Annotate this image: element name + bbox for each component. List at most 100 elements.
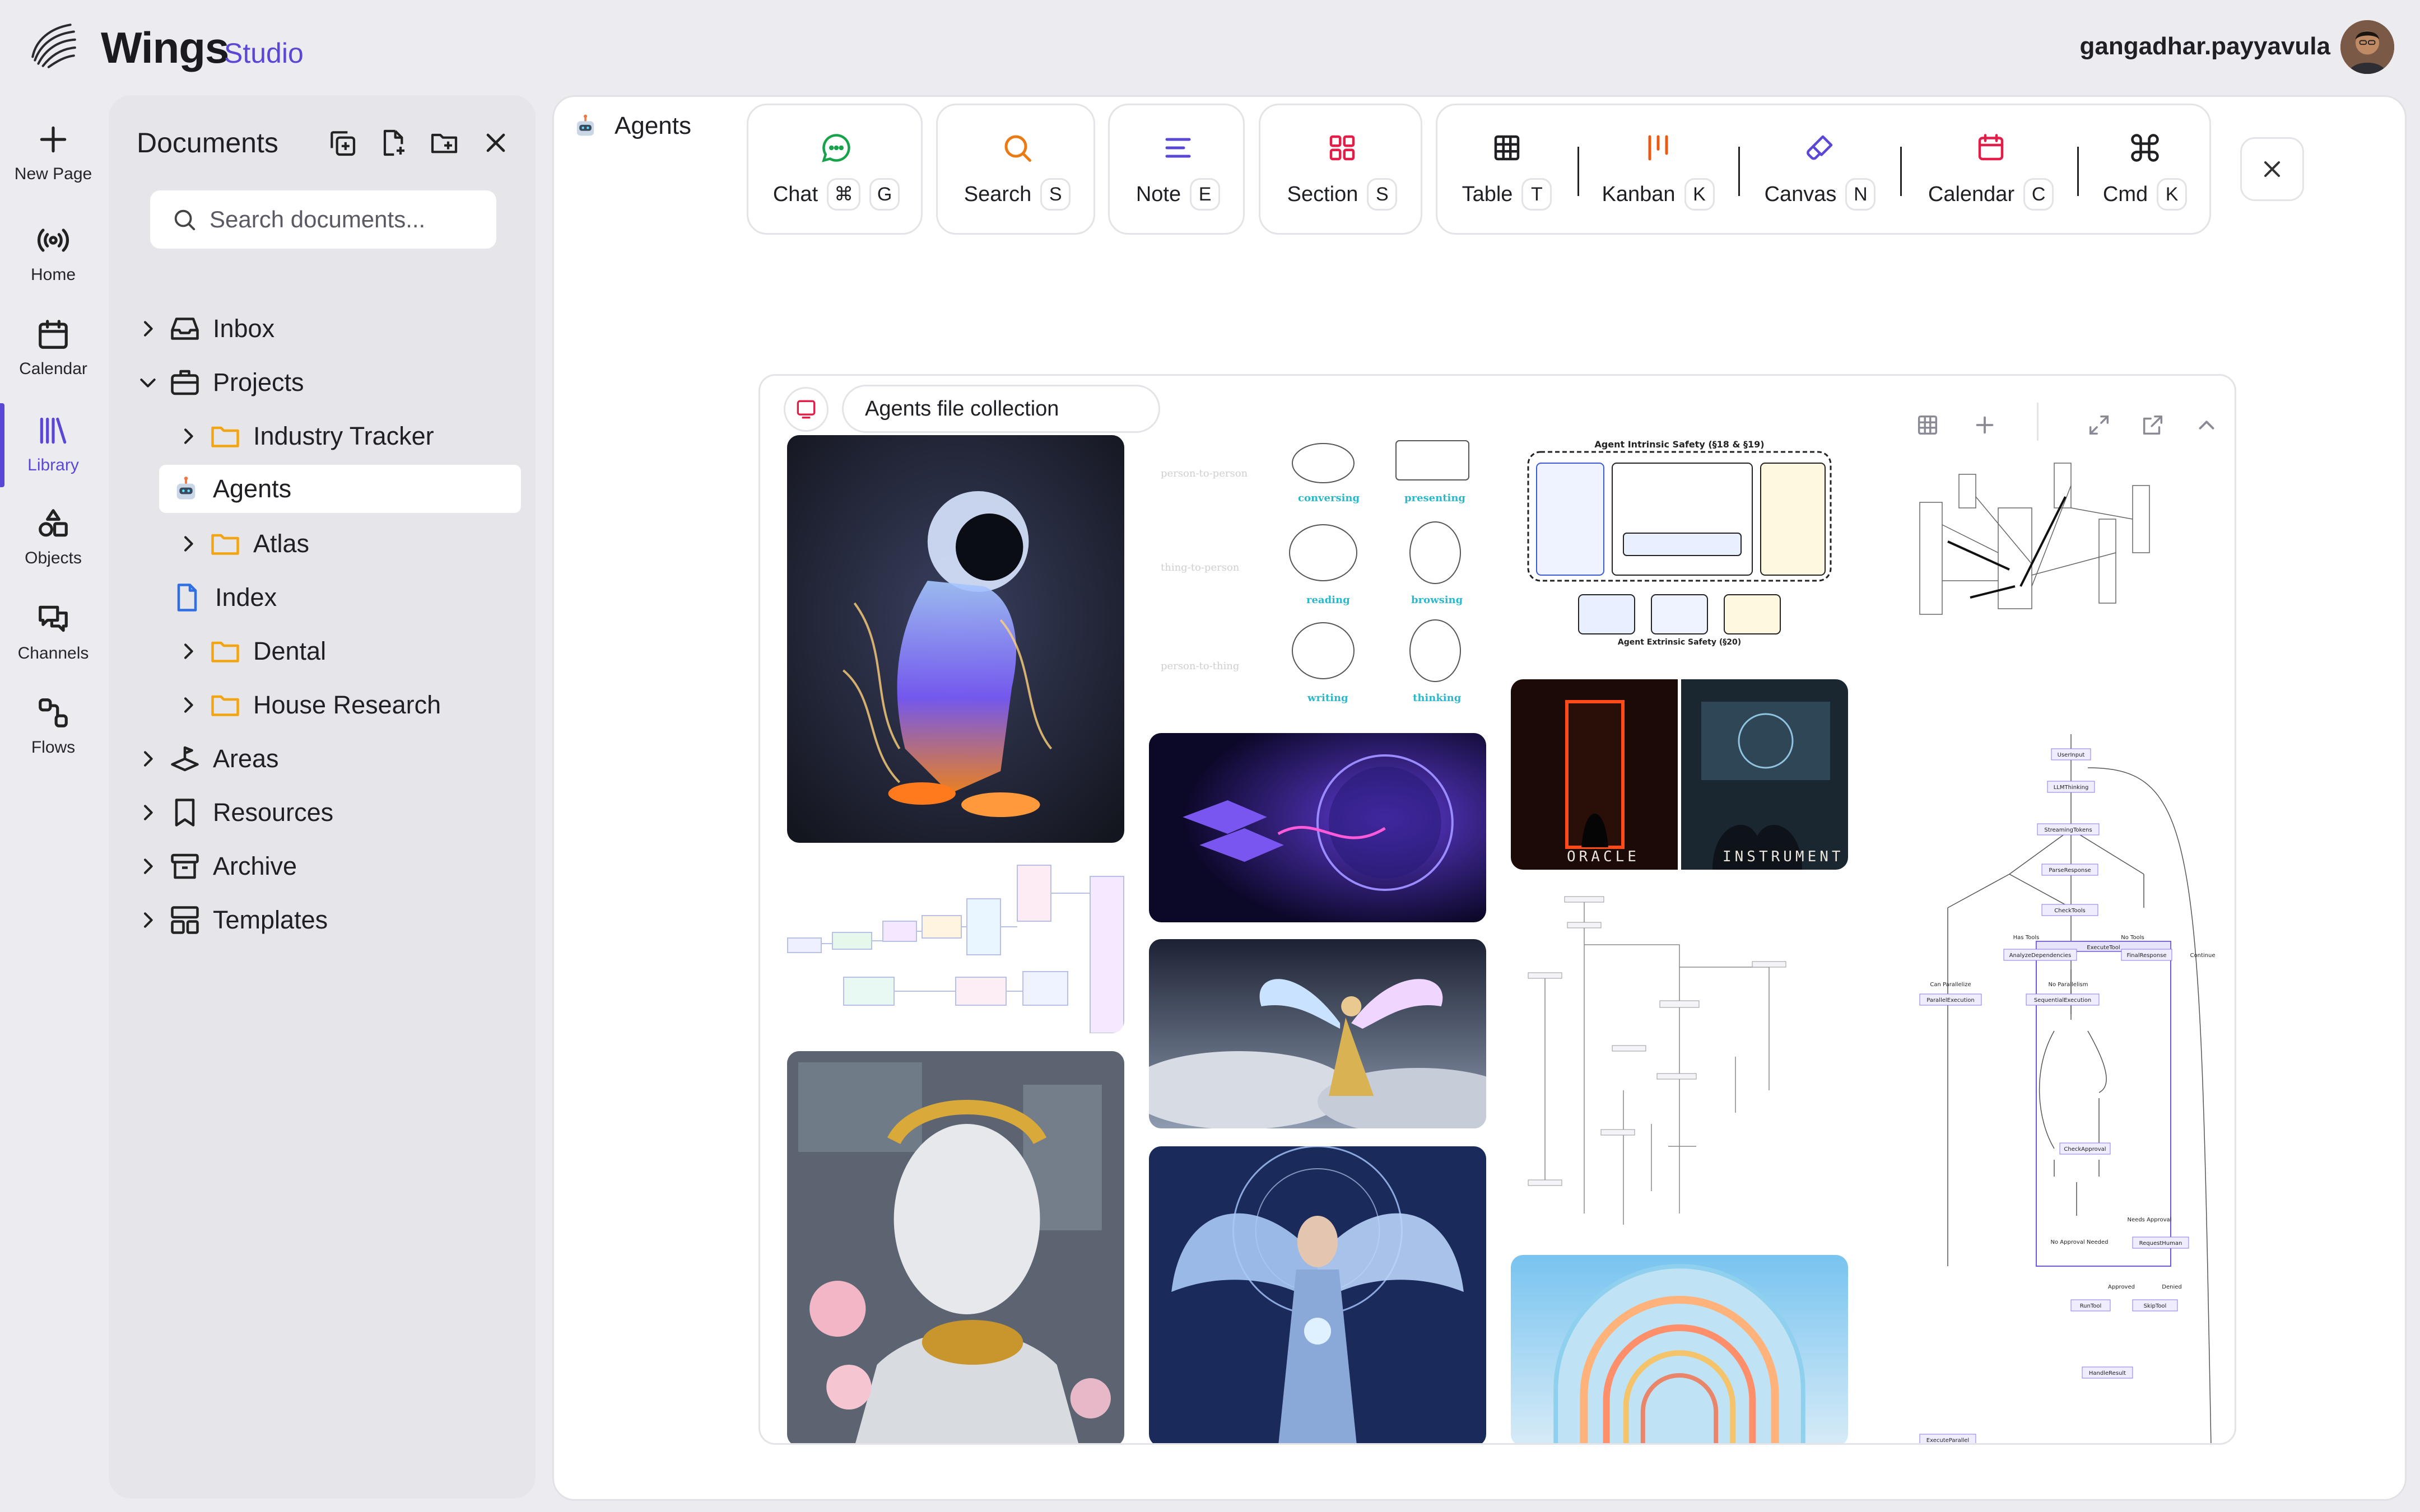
collection-title[interactable]: Agents file collection xyxy=(842,385,1160,433)
agent-safety-diagram-image: Agent Intrinsic Safety (§18 & §19) Agent… xyxy=(1527,439,1832,647)
tree-item-industry-tracker[interactable]: Industry Tracker xyxy=(177,412,434,460)
rail-calendar[interactable]: Calendar xyxy=(0,307,106,391)
image-rainbow-arch[interactable] xyxy=(1511,1255,1848,1443)
tool-table[interactable]: Table T xyxy=(1437,105,1576,236)
chevron-right-icon[interactable] xyxy=(177,533,199,555)
tool-calendar[interactable]: Calendar C xyxy=(1902,105,2079,236)
close-panel-button[interactable] xyxy=(477,124,514,161)
rail-flows[interactable]: Flows xyxy=(0,685,106,769)
open-external-button[interactable] xyxy=(2136,408,2170,442)
close-toolbar-button[interactable] xyxy=(2240,137,2304,201)
rail-channels[interactable]: Channels xyxy=(0,591,106,675)
folder-icon xyxy=(211,534,239,555)
paintbrush-icon xyxy=(1807,135,1833,160)
top-bar: Wings Studio gangadhar.payyavula xyxy=(0,0,2420,95)
tree-item-index[interactable]: Index xyxy=(170,573,277,622)
image-flow-diagram[interactable] xyxy=(787,860,1124,1033)
tool-cmd[interactable]: Cmd K xyxy=(2079,105,2210,236)
new-folder-button[interactable] xyxy=(426,124,463,161)
tool-search[interactable]: Search S xyxy=(938,105,1097,236)
flow-node: RequestHuman xyxy=(2139,1240,2182,1247)
inbox-icon xyxy=(171,318,199,340)
chevron-right-icon[interactable] xyxy=(137,318,159,340)
rail-home[interactable]: Home xyxy=(0,213,106,297)
expand-button[interactable] xyxy=(2082,408,2116,442)
image-statue-portrait[interactable] xyxy=(787,1051,1124,1443)
flow-diagram-image xyxy=(787,865,1124,1033)
image-oracle-instrument[interactable]: ORACLE INSTRUMENT xyxy=(1511,679,1848,870)
tool-chat[interactable]: Chat ⌘ G xyxy=(748,105,924,236)
rail-objects[interactable]: Objects xyxy=(0,496,106,580)
close-icon xyxy=(486,133,505,152)
tool-note[interactable]: Note E xyxy=(1110,105,1246,236)
flow-node: FinalResponse xyxy=(2126,953,2166,959)
tool-kanban[interactable]: Kanban K xyxy=(1580,105,1737,236)
tree-item-areas[interactable]: Areas xyxy=(137,735,279,783)
chevron-right-icon[interactable] xyxy=(137,909,159,931)
sketch-grid-image: person-to-person thing-to-person person-… xyxy=(1161,440,1469,704)
user-name[interactable]: gangadhar.payyavula xyxy=(2079,32,2330,60)
new-document-button[interactable] xyxy=(374,124,411,161)
copy-plus-icon xyxy=(331,131,356,156)
tree-label: Index xyxy=(215,583,277,612)
duplicate-button[interactable] xyxy=(324,124,361,161)
calendar-icon xyxy=(1978,134,2004,161)
command-icon xyxy=(2131,134,2159,162)
add-file-button[interactable] xyxy=(1968,408,2002,442)
image-astronaut[interactable] xyxy=(787,435,1124,843)
shortcut-key: N xyxy=(1845,178,1876,211)
areas-icon xyxy=(171,746,199,772)
folder-plus-icon xyxy=(431,133,458,153)
page-title: Agents xyxy=(615,112,691,139)
tree-label: Atlas xyxy=(253,529,310,558)
sketch-label: thing-to-person xyxy=(1161,562,1240,573)
image-agent-safety-diagram[interactable]: Agent Intrinsic Safety (§18 & §19) Agent… xyxy=(1511,435,1848,648)
tool-card-chat: Chat ⌘ G xyxy=(747,104,923,235)
chevron-right-icon[interactable] xyxy=(177,425,199,447)
tree-item-house-research[interactable]: House Research xyxy=(177,681,441,729)
image-sketch-grid[interactable]: person-to-person thing-to-person person-… xyxy=(1149,430,1486,715)
flow-node: No Tools xyxy=(2121,935,2144,941)
image-data-sphere[interactable] xyxy=(1149,733,1486,922)
image-agent-flowchart[interactable]: UserInput LLMThinking StreamingTokens Pa… xyxy=(1886,734,2222,1443)
tree-item-dental[interactable]: Dental xyxy=(177,627,326,675)
chevron-right-icon[interactable] xyxy=(137,855,159,878)
rail-library[interactable]: Library xyxy=(0,403,106,487)
image-architecture-sketch[interactable] xyxy=(1886,441,2166,631)
search-input[interactable] xyxy=(210,206,490,233)
image-winged-angel[interactable] xyxy=(1149,939,1486,1128)
chevron-right-icon[interactable] xyxy=(137,748,159,770)
grid-view-button[interactable] xyxy=(1911,408,1944,442)
rail-new-page[interactable]: New Page xyxy=(0,112,106,196)
collapse-button[interactable] xyxy=(2190,408,2223,442)
image-cosmic-angel[interactable] xyxy=(1149,1146,1486,1443)
tool-label: Search xyxy=(964,182,1032,206)
sketch-label: thinking xyxy=(1413,692,1462,704)
document-icon xyxy=(177,584,197,612)
tree-item-projects[interactable]: Projects xyxy=(137,358,304,407)
tree-item-templates[interactable]: Templates xyxy=(137,896,328,944)
tree-item-inbox[interactable]: Inbox xyxy=(137,305,274,353)
tool-section[interactable]: Section S xyxy=(1260,105,1424,236)
chevron-down-icon[interactable] xyxy=(137,371,159,394)
chevron-right-icon[interactable] xyxy=(137,801,159,824)
collection-type-button[interactable] xyxy=(784,387,829,432)
search-documents[interactable] xyxy=(150,190,496,249)
chevron-right-icon[interactable] xyxy=(177,640,199,662)
flow-node: HandleResult xyxy=(2089,1370,2126,1376)
folder-icon xyxy=(211,426,239,447)
avatar[interactable] xyxy=(2340,20,2394,74)
wings-logo-icon[interactable] xyxy=(25,17,82,74)
shortcut-key: ⌘ xyxy=(827,178,861,211)
tree-item-resources[interactable]: Resources xyxy=(137,788,333,837)
tool-canvas[interactable]: Canvas N xyxy=(1740,105,1900,236)
diagram-title: Agent Intrinsic Safety (§18 & §19) xyxy=(1594,439,1764,450)
tree-item-archive[interactable]: Archive xyxy=(137,842,297,890)
tree-item-atlas[interactable]: Atlas xyxy=(177,520,309,568)
chevron-right-icon[interactable] xyxy=(177,694,199,716)
tree-item-agents[interactable]: Agents xyxy=(159,465,521,513)
flow-node: RunTool xyxy=(2080,1303,2102,1309)
image-flowchart-small[interactable] xyxy=(1511,889,1848,1230)
flow-node: Has Tools xyxy=(2013,935,2040,941)
shortcut-key: T xyxy=(1521,178,1552,211)
